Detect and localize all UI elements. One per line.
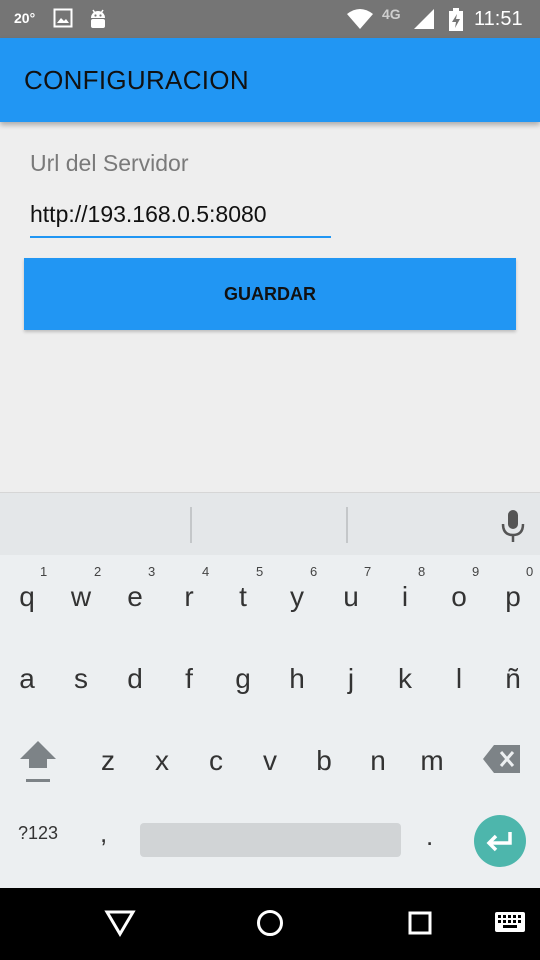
backspace-icon[interactable]	[482, 743, 522, 775]
key-b[interactable]: b	[297, 731, 351, 791]
save-button[interactable]: GUARDAR	[24, 258, 516, 330]
keyboard-icon[interactable]	[494, 908, 526, 936]
enter-key[interactable]	[474, 815, 526, 867]
soft-keyboard: q1w2e3r4t5y6u7i8o9p0 asdfghjklñ zxcvbnm …	[0, 492, 540, 888]
server-url-label: Url del Servidor	[30, 150, 189, 176]
space-key[interactable]	[140, 823, 401, 857]
key-n[interactable]: n	[351, 731, 405, 791]
suggestion-divider	[190, 507, 192, 543]
wifi-icon	[347, 9, 373, 29]
comma-key[interactable]: ,	[100, 818, 107, 849]
key-s[interactable]: s	[54, 649, 108, 709]
key-a[interactable]: a	[0, 649, 54, 709]
navigation-bar	[0, 888, 540, 960]
symbols-key[interactable]: ?123	[18, 823, 58, 844]
battery-charging-icon	[449, 8, 463, 31]
home-icon[interactable]	[255, 908, 285, 938]
key-l[interactable]: l	[432, 649, 486, 709]
key-hint-3: 3	[148, 564, 156, 579]
app-bar: CONFIGURACION	[0, 38, 540, 122]
recents-icon[interactable]	[406, 908, 434, 938]
key-hint-7: 7	[364, 564, 372, 579]
key-hint-1: 1	[40, 564, 48, 579]
key-hint-0: 0	[526, 564, 534, 579]
back-icon[interactable]	[104, 908, 136, 938]
key-hint-9: 9	[472, 564, 480, 579]
key-z[interactable]: z	[81, 731, 135, 791]
microphone-icon[interactable]	[498, 509, 528, 543]
key-hint-4: 4	[202, 564, 210, 579]
enter-icon	[486, 832, 512, 852]
signal-icon	[414, 9, 434, 29]
page-title: CONFIGURACION	[24, 65, 249, 95]
key-m[interactable]: m	[405, 731, 459, 791]
key-k[interactable]: k	[378, 649, 432, 709]
network-type-text: 4G	[382, 6, 401, 22]
temperature-text: 20°	[14, 10, 36, 26]
shift-icon[interactable]	[16, 737, 60, 789]
key-f[interactable]: f	[162, 649, 216, 709]
suggestion-bar	[0, 493, 540, 555]
key-v[interactable]: v	[243, 731, 297, 791]
key-g[interactable]: g	[216, 649, 270, 709]
image-icon	[53, 8, 73, 28]
key-hint-8: 8	[418, 564, 426, 579]
key-ñ[interactable]: ñ	[486, 649, 540, 709]
key-c[interactable]: c	[189, 731, 243, 791]
android-icon	[91, 9, 105, 28]
key-hint-5: 5	[256, 564, 264, 579]
key-x[interactable]: x	[135, 731, 189, 791]
key-hint-6: 6	[310, 564, 318, 579]
period-key[interactable]: .	[426, 821, 433, 852]
key-j[interactable]: j	[324, 649, 378, 709]
key-d[interactable]: d	[108, 649, 162, 709]
key-hint-2: 2	[94, 564, 102, 579]
key-h[interactable]: h	[270, 649, 324, 709]
server-url-input[interactable]	[30, 192, 331, 238]
clock-text: 11:51	[474, 8, 523, 30]
status-bar: 20° 4G 11:51	[0, 0, 540, 38]
suggestion-divider	[346, 507, 348, 543]
